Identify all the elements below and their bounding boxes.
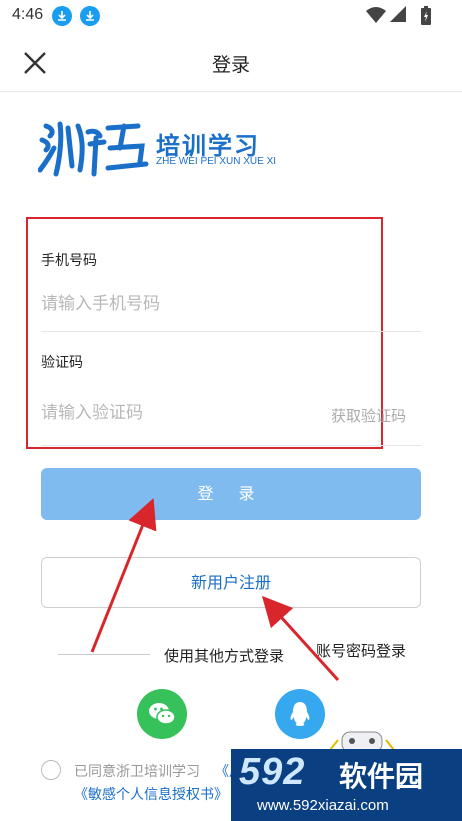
status-bar: 4:46 bbox=[0, 0, 462, 32]
annotation-text: 账号密码登录 bbox=[316, 642, 407, 660]
divider bbox=[41, 331, 421, 332]
wechat-icon bbox=[149, 703, 176, 725]
register-button[interactable]: 新用户注册 bbox=[41, 557, 421, 608]
qq-icon bbox=[290, 702, 310, 726]
privacy-authorization-link[interactable]: 《敏感个人信息授权书》 bbox=[74, 784, 228, 804]
status-time: 4:46 bbox=[12, 6, 44, 23]
phone-input[interactable] bbox=[41, 294, 301, 314]
agree-radio[interactable] bbox=[41, 760, 61, 780]
watermark-banner: 592 软件园 www.592xiazai.com bbox=[231, 749, 462, 821]
get-code-button[interactable]: 获取验证码 bbox=[331, 405, 406, 426]
wifi-icon bbox=[366, 7, 386, 23]
agree-text: 已同意浙卫培训学习 bbox=[74, 764, 200, 780]
login-button[interactable]: 登 录 bbox=[41, 468, 421, 520]
download-icon bbox=[52, 6, 72, 26]
qq-login-button[interactable] bbox=[275, 689, 325, 739]
code-input[interactable] bbox=[41, 403, 241, 423]
logo-subtitle: ZHE WEI PEI XUN XUE XI bbox=[156, 156, 277, 167]
wechat-login-button[interactable] bbox=[137, 689, 187, 739]
phone-label: 手机号码 bbox=[41, 253, 97, 269]
watermark-url: www.592xiazai.com bbox=[257, 797, 389, 814]
code-label: 验证码 bbox=[41, 355, 83, 371]
signal-icon bbox=[390, 6, 406, 22]
download-icon bbox=[80, 6, 100, 26]
divider bbox=[41, 445, 421, 446]
app-logo: 培训学习 ZHE WEI PEI XUN XUE XI bbox=[37, 118, 278, 178]
other-login-label: 使用其他方式登录 bbox=[164, 647, 285, 665]
watermark-number: 592 bbox=[239, 751, 306, 793]
watermark-name: 软件园 bbox=[339, 760, 424, 793]
header: 登录 bbox=[0, 32, 462, 92]
battery-icon bbox=[421, 6, 431, 25]
page-title: 登录 bbox=[211, 54, 250, 76]
logo-calligraphy-icon bbox=[37, 121, 149, 177]
divider-line bbox=[58, 654, 150, 655]
